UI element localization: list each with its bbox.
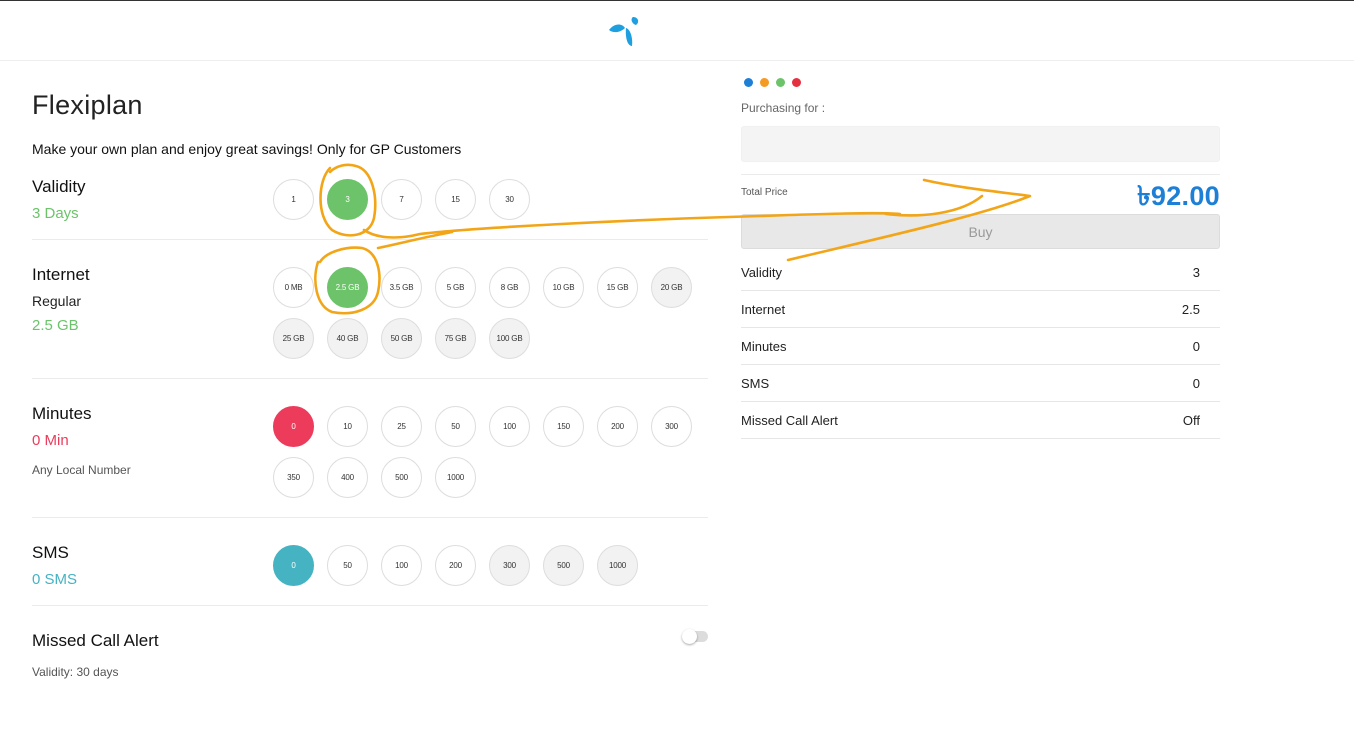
internet-option[interactable]: 2.5 GB xyxy=(327,267,368,308)
validity-option[interactable]: 7 xyxy=(381,179,422,220)
summary-row: Minutes 0 xyxy=(741,328,1220,365)
minutes-option[interactable]: 100 xyxy=(489,406,530,447)
summary-value: 2.5 xyxy=(1181,301,1200,317)
page-title: Flexiplan xyxy=(32,90,143,120)
sms-value: 0 SMS xyxy=(32,571,78,588)
sms-option[interactable]: 300 xyxy=(489,545,530,586)
status-dots xyxy=(744,78,801,87)
summary-row: Missed Call Alert Off xyxy=(741,402,1220,439)
minutes-option[interactable]: 10 xyxy=(327,406,368,447)
internet-value: 2.5 GB xyxy=(32,317,79,334)
internet-option[interactable]: 20 GB xyxy=(651,267,692,308)
summary-label: Minutes xyxy=(741,338,787,354)
minutes-option[interactable]: 150 xyxy=(543,406,584,447)
minutes-option[interactable]: 400 xyxy=(327,457,368,498)
internet-subtitle: Regular xyxy=(32,293,82,309)
status-dot xyxy=(776,78,785,87)
internet-title: Internet xyxy=(32,265,90,284)
sms-option[interactable]: 500 xyxy=(543,545,584,586)
status-dot xyxy=(760,78,769,87)
status-dot xyxy=(744,78,753,87)
minutes-option[interactable]: 50 xyxy=(435,406,476,447)
validity-option[interactable]: 30 xyxy=(489,179,530,220)
sms-option[interactable]: 1000 xyxy=(597,545,638,586)
internet-option[interactable]: 15 GB xyxy=(597,267,638,308)
section-divider xyxy=(32,239,708,240)
minutes-option[interactable]: 300 xyxy=(651,406,692,447)
sms-options: 0 50 100 200 300 500 1000 xyxy=(273,545,713,586)
minutes-options: 0 10 25 50 100 150 200 300 350 400 500 1000 xyxy=(273,406,713,498)
minutes-option[interactable]: 25 xyxy=(381,406,422,447)
validity-option[interactable]: 3 xyxy=(327,179,368,220)
minutes-value: 0 Min xyxy=(32,432,69,449)
annotation-arrow xyxy=(884,194,984,217)
internet-option[interactable]: 75 GB xyxy=(435,318,476,359)
validity-option[interactable]: 1 xyxy=(273,179,314,220)
minutes-title: Minutes xyxy=(32,404,92,423)
internet-option[interactable]: 40 GB xyxy=(327,318,368,359)
telenor-logo-icon[interactable] xyxy=(606,15,642,47)
minutes-option[interactable]: 0 xyxy=(273,406,314,447)
summary-row: Internet 2.5 xyxy=(741,291,1220,328)
purchasing-for-input[interactable] xyxy=(741,126,1220,162)
validity-title: Validity xyxy=(32,177,86,196)
summary-row: Validity 3 xyxy=(741,254,1220,291)
sms-title: SMS xyxy=(32,543,69,562)
minutes-option[interactable]: 200 xyxy=(597,406,638,447)
summary-row: SMS 0 xyxy=(741,365,1220,402)
validity-value: 3 Days xyxy=(32,205,79,222)
internet-options: 0 MB 2.5 GB 3.5 GB 5 GB 8 GB 10 GB 15 GB 20 GB 2… xyxy=(273,267,713,359)
summary-label: Missed Call Alert xyxy=(741,412,838,428)
summary-value: Off xyxy=(1182,412,1200,428)
page-subtitle: Make your own plan and enjoy great savin… xyxy=(32,141,462,157)
internet-option[interactable]: 0 MB xyxy=(273,267,314,308)
sms-option[interactable]: 200 xyxy=(435,545,476,586)
buy-button[interactable]: Buy xyxy=(741,214,1220,249)
internet-option[interactable]: 8 GB xyxy=(489,267,530,308)
validity-option[interactable]: 15 xyxy=(435,179,476,220)
sms-option[interactable]: 0 xyxy=(273,545,314,586)
internet-option[interactable]: 100 GB xyxy=(489,318,530,359)
internet-option[interactable]: 25 GB xyxy=(273,318,314,359)
summary-label: Validity xyxy=(741,264,782,280)
minutes-note: Any Local Number xyxy=(32,463,131,477)
purchasing-for-label: Purchasing for : xyxy=(741,101,826,115)
missed-call-note: Validity: 30 days xyxy=(32,665,119,679)
total-price-label: Total Price xyxy=(741,187,788,198)
internet-option[interactable]: 50 GB xyxy=(381,318,422,359)
summary-value: 0 xyxy=(1192,375,1200,391)
toggle-knob xyxy=(682,629,697,644)
section-divider xyxy=(32,378,708,379)
header-bar xyxy=(0,1,1354,61)
sms-option[interactable]: 100 xyxy=(381,545,422,586)
summary-label: SMS xyxy=(741,375,770,391)
section-divider xyxy=(32,605,708,606)
internet-option[interactable]: 3.5 GB xyxy=(381,267,422,308)
minutes-option[interactable]: 1000 xyxy=(435,457,476,498)
summary-value: 3 xyxy=(1192,264,1200,280)
validity-options: 1 3 7 15 30 xyxy=(273,179,713,220)
section-divider xyxy=(32,517,708,518)
minutes-option[interactable]: 350 xyxy=(273,457,314,498)
missed-call-title: Missed Call Alert xyxy=(32,631,159,650)
annotation-arrow xyxy=(376,230,454,250)
internet-option[interactable]: 10 GB xyxy=(543,267,584,308)
sms-option[interactable]: 50 xyxy=(327,545,368,586)
total-divider xyxy=(741,174,1220,175)
summary-value: 0 xyxy=(1192,338,1200,354)
summary-label: Internet xyxy=(741,301,786,317)
summary-list: Validity 3 Internet 2.5 Minutes 0 SMS 0 Missed C… xyxy=(741,254,1220,439)
internet-option[interactable]: 5 GB xyxy=(435,267,476,308)
minutes-option[interactable]: 500 xyxy=(381,457,422,498)
missed-call-toggle[interactable] xyxy=(682,629,708,644)
status-dot xyxy=(792,78,801,87)
